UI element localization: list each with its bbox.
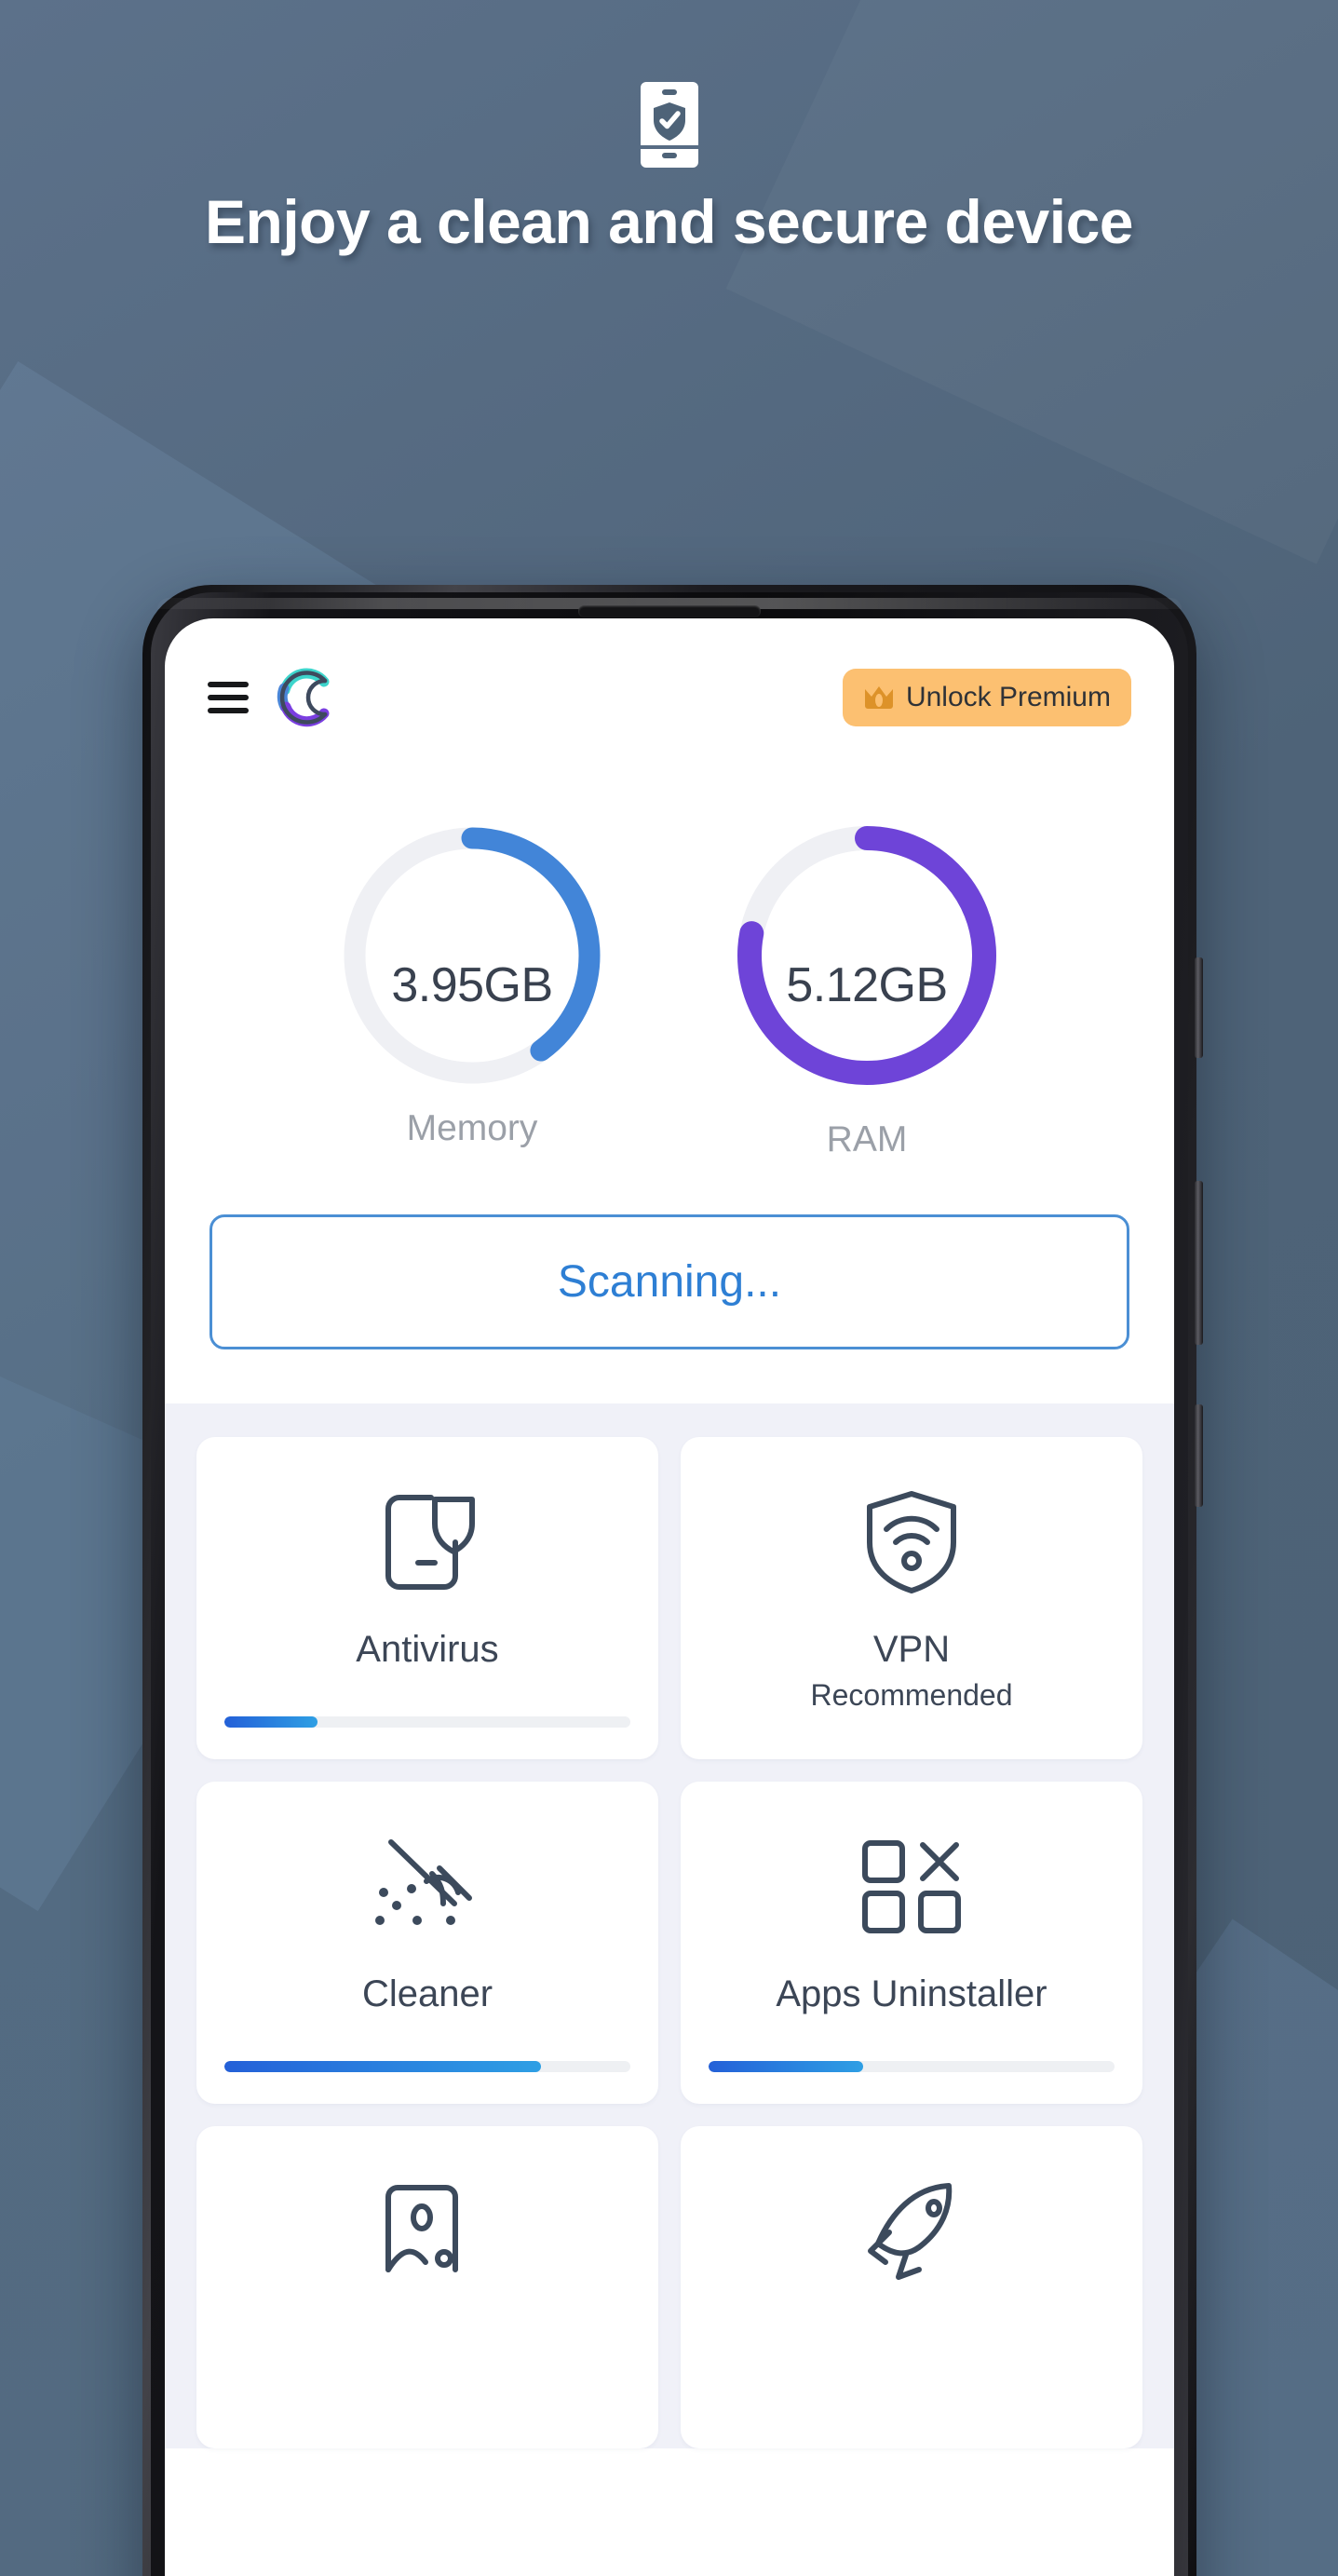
feature-label: Antivirus	[356, 1629, 499, 1670]
hero-section: Enjoy a clean and secure device	[0, 0, 1338, 257]
photo-media-icon	[377, 2162, 478, 2301]
feature-grid: Antivirus VPN Recommended Cleaner Apps U…	[165, 1403, 1174, 2448]
feature-card-cleaner[interactable]: Cleaner	[196, 1782, 658, 2104]
unlock-premium-button[interactable]: Unlock Premium	[842, 669, 1131, 726]
apps-remove-icon	[859, 1817, 964, 1957]
phone-screen: Unlock Premium 3.95GB Memory 5.12GB RAM …	[165, 618, 1174, 2576]
feature-card-media[interactable]	[196, 2126, 658, 2448]
phone-side-button-top[interactable]	[1195, 957, 1203, 1058]
feature-sublabel: Recommended	[810, 1678, 1013, 1712]
usage-gauges: 3.95GB Memory 5.12GB RAM	[165, 816, 1174, 1160]
gauge-memory-ring	[344, 827, 601, 1084]
feature-label: Apps Uninstaller	[776, 1973, 1047, 2014]
feature-card-booster[interactable]	[681, 2126, 1142, 2448]
promo-screenshot: Enjoy a clean and secure device Unlock P…	[0, 0, 1338, 2576]
feature-card-vpn[interactable]: VPN Recommended	[681, 1437, 1142, 1759]
gauge-ram-ring	[737, 826, 996, 1085]
feature-label: VPN	[872, 1629, 951, 1670]
feature-row-2: Cleaner Apps Uninstaller	[196, 1782, 1142, 2104]
app-logo-c-icon	[277, 668, 330, 727]
unlock-premium-label: Unlock Premium	[905, 682, 1111, 712]
gauge-ram-value: 5.12GB	[786, 958, 948, 1012]
feature-label: Cleaner	[361, 1973, 493, 2014]
feature-progress-bar	[224, 2061, 630, 2072]
scan-button-wrap: Scanning...	[165, 1160, 1174, 1349]
feature-card-apps-uninstaller[interactable]: Apps Uninstaller	[681, 1782, 1142, 2104]
hamburger-menu-icon[interactable]	[208, 682, 249, 713]
feature-row-1: Antivirus VPN Recommended	[196, 1437, 1142, 1759]
gauge-ram-label: RAM	[826, 1119, 908, 1159]
gauge-memory-label: Memory	[406, 1108, 538, 1148]
gauge-memory-value: 3.95GB	[391, 958, 553, 1012]
phone-shield-icon	[377, 1472, 478, 1612]
feature-row-3	[196, 2126, 1142, 2448]
phone-side-button-bottom[interactable]	[1195, 1404, 1203, 1507]
gauge-memory[interactable]: 3.95GB Memory	[305, 816, 639, 1160]
gauge-ram[interactable]: 5.12GB RAM	[700, 816, 1034, 1160]
feature-card-antivirus[interactable]: Antivirus	[196, 1437, 658, 1759]
crown-icon	[864, 686, 893, 709]
phone-mockup: Unlock Premium 3.95GB Memory 5.12GB RAM …	[142, 585, 1203, 2576]
scan-button[interactable]: Scanning...	[209, 1214, 1129, 1349]
hero-title: Enjoy a clean and secure device	[205, 187, 1134, 256]
phone-shield-check-icon	[640, 82, 698, 168]
shield-wifi-icon	[862, 1472, 961, 1612]
app-bar: Unlock Premium	[165, 618, 1174, 777]
phone-side-button-middle[interactable]	[1195, 1181, 1203, 1345]
phone-speaker-grille	[578, 605, 761, 617]
rocket-boost-icon	[858, 2162, 966, 2301]
broom-icon	[372, 1817, 482, 1957]
feature-progress-bar	[224, 1716, 630, 1728]
feature-progress-bar	[709, 2061, 1115, 2072]
